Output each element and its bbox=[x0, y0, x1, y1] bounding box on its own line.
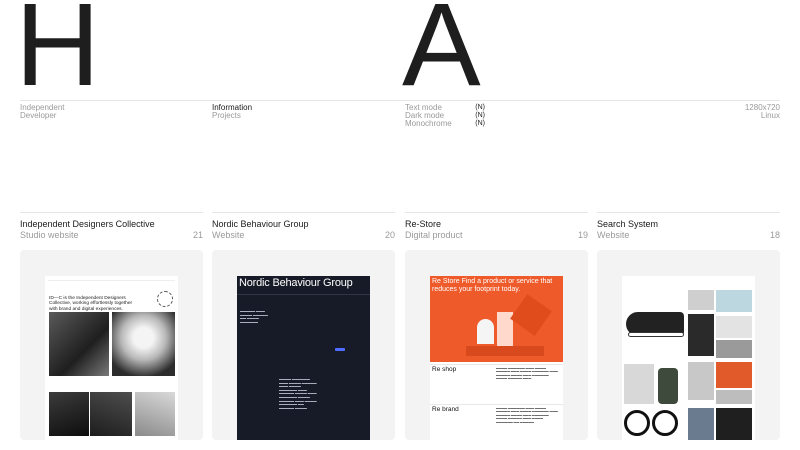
project-card-idc[interactable]: Independent Designers Collective Studio … bbox=[20, 212, 203, 440]
project-card-search-system[interactable]: Search System Website 18 bbox=[597, 212, 780, 440]
project-meta: Website 18 bbox=[597, 230, 780, 240]
preview-badge-icon bbox=[157, 291, 173, 307]
project-card-nbg[interactable]: Nordic Behaviour Group Website 20 Nordic… bbox=[212, 212, 395, 440]
preview-tile bbox=[716, 340, 752, 358]
preview-bike-wheel bbox=[624, 410, 650, 436]
preview-text-block: ▬▬▬▬ ▬▬▬▬▬▬ ▬▬▬ ▬▬▬▬ ▬▬▬▬▬ ▬▬▬ ▬▬▬▬ ▬▬▬▬… bbox=[496, 366, 558, 381]
preview-tile bbox=[716, 408, 752, 440]
card-divider bbox=[212, 212, 395, 213]
project-meta: Website 20 bbox=[212, 230, 395, 240]
preview-divider bbox=[237, 294, 370, 295]
project-number: 21 bbox=[192, 230, 203, 240]
preview-screenshot bbox=[622, 276, 755, 440]
preview-photo bbox=[49, 392, 89, 436]
meta-system: 1280x720 Linux bbox=[745, 104, 780, 120]
project-type: Digital product bbox=[405, 230, 463, 240]
project-title: Independent Designers Collective bbox=[20, 219, 155, 229]
hero-letter-a: A bbox=[402, 0, 481, 111]
project-number: 19 bbox=[577, 230, 588, 240]
preview-screenshot: Nordic Behaviour Group ▬▬▬▬▬ ▬▬▬ ▬▬▬▬ ▬▬… bbox=[237, 276, 370, 440]
project-preview[interactable]: Nordic Behaviour Group ▬▬▬▬▬ ▬▬▬ ▬▬▬▬ ▬▬… bbox=[212, 250, 395, 440]
preview-hero-text: Re Store Find a product or service that … bbox=[432, 278, 553, 293]
header-divider bbox=[20, 100, 780, 101]
preview-tile bbox=[688, 314, 714, 356]
preview-tile bbox=[716, 290, 752, 312]
preview-section-shop: Re shop bbox=[432, 366, 457, 373]
preview-divider bbox=[430, 404, 563, 405]
preview-bike-wheel bbox=[652, 410, 678, 436]
preview-shoe-sole bbox=[628, 332, 684, 337]
preview-tile bbox=[688, 362, 714, 400]
project-meta: Studio website 21 bbox=[20, 230, 203, 240]
meta-nav: Information Projects bbox=[212, 104, 252, 120]
hero-letter-h: H bbox=[15, 0, 100, 111]
preview-photo bbox=[49, 312, 109, 376]
preview-nav bbox=[48, 278, 175, 281]
preview-tile bbox=[716, 362, 752, 388]
card-divider bbox=[597, 212, 780, 213]
project-preview[interactable] bbox=[597, 250, 780, 440]
preview-tile bbox=[624, 364, 654, 404]
mode-monochrome-label: Monochrome bbox=[405, 119, 452, 128]
preview-button bbox=[335, 348, 345, 351]
preview-tile bbox=[688, 408, 714, 440]
project-card-restore[interactable]: Re-Store Digital product 19 Re Store Fin… bbox=[405, 212, 588, 440]
project-type: Studio website bbox=[20, 230, 79, 240]
mode-text-key: (N) bbox=[475, 104, 485, 111]
mode-monochrome-toggle[interactable]: Monochrome (N) bbox=[405, 120, 485, 128]
project-type: Website bbox=[597, 230, 630, 240]
preview-tile bbox=[688, 290, 714, 310]
preview-intro-text: ID—C is the Independent Designers Collec… bbox=[49, 296, 133, 312]
nav-projects-link[interactable]: Projects bbox=[212, 112, 252, 120]
project-title: Nordic Behaviour Group bbox=[212, 219, 309, 229]
project-grid: Independent Designers Collective Studio … bbox=[20, 212, 780, 450]
preview-tile bbox=[716, 390, 752, 404]
project-title: Re-Store bbox=[405, 219, 442, 229]
preview-section-brand: Re brand bbox=[432, 406, 459, 413]
project-number: 18 bbox=[769, 230, 780, 240]
project-title: Search System bbox=[597, 219, 659, 229]
preview-phone-image bbox=[658, 368, 678, 404]
project-preview[interactable]: ID—C is the Independent Designers Collec… bbox=[20, 250, 203, 440]
preview-photo bbox=[90, 392, 132, 436]
mode-monochrome-key: (N) bbox=[475, 120, 485, 127]
preview-text-block: ▬▬▬▬▬ ▬▬▬ ▬▬▬▬ ▬▬▬▬▬ ▬▬ ▬▬▬▬ ▬▬▬▬▬▬ bbox=[240, 309, 268, 324]
card-divider bbox=[20, 212, 203, 213]
preview-screenshot: Re Store Find a product or service that … bbox=[430, 276, 563, 440]
project-meta: Digital product 19 bbox=[405, 230, 588, 240]
preview-tile bbox=[716, 316, 752, 338]
meta-os: Linux bbox=[760, 111, 780, 120]
meta-developer-line2: Developer bbox=[20, 111, 57, 120]
preview-screenshot: ID—C is the Independent Designers Collec… bbox=[45, 276, 178, 440]
preview-photo bbox=[112, 312, 175, 376]
card-divider bbox=[405, 212, 588, 213]
project-preview[interactable]: Re Store Find a product or service that … bbox=[405, 250, 588, 440]
preview-product-shape bbox=[466, 346, 544, 356]
meta-developer: Independent Developer bbox=[20, 104, 65, 120]
preview-photo bbox=[135, 392, 175, 436]
preview-text-block: ▬▬▬▬ ▬▬▬▬▬▬ ▬▬▬ ▬▬▬▬ ▬▬▬▬▬ ▬▬▬ ▬▬▬▬ ▬▬▬▬… bbox=[279, 377, 317, 410]
project-type: Website bbox=[212, 230, 245, 240]
preview-text-block: ▬▬▬▬ ▬▬▬▬▬▬ ▬▬▬ ▬▬▬▬ ▬▬▬▬▬ ▬▬▬ ▬▬▬▬ ▬▬▬▬… bbox=[496, 406, 558, 424]
project-number: 20 bbox=[384, 230, 395, 240]
preview-product-shape bbox=[477, 319, 494, 344]
preview-brand-title: Nordic Behaviour Group bbox=[239, 277, 353, 289]
mode-dark-key: (N) bbox=[475, 112, 485, 119]
preview-divider bbox=[430, 364, 563, 365]
display-modes: Text mode (N) Dark mode (N) Monochrome (… bbox=[405, 104, 485, 128]
